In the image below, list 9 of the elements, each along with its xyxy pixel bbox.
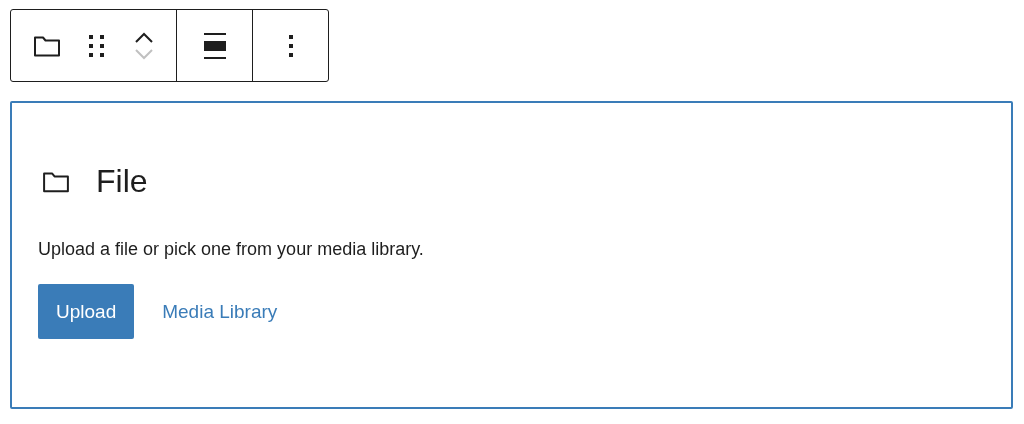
media-library-link[interactable]: Media Library xyxy=(162,300,278,323)
instructions-text: Upload a file or pick one from your media library. xyxy=(38,239,425,260)
upload-button[interactable]: Upload xyxy=(38,284,135,339)
more-options-icon[interactable] xyxy=(288,34,293,57)
drag-handle-icon[interactable] xyxy=(89,34,106,57)
block-title: File xyxy=(96,163,148,200)
folder-icon xyxy=(42,169,70,194)
move-up-button[interactable] xyxy=(133,31,154,44)
align-full-width-icon[interactable] xyxy=(203,32,226,59)
